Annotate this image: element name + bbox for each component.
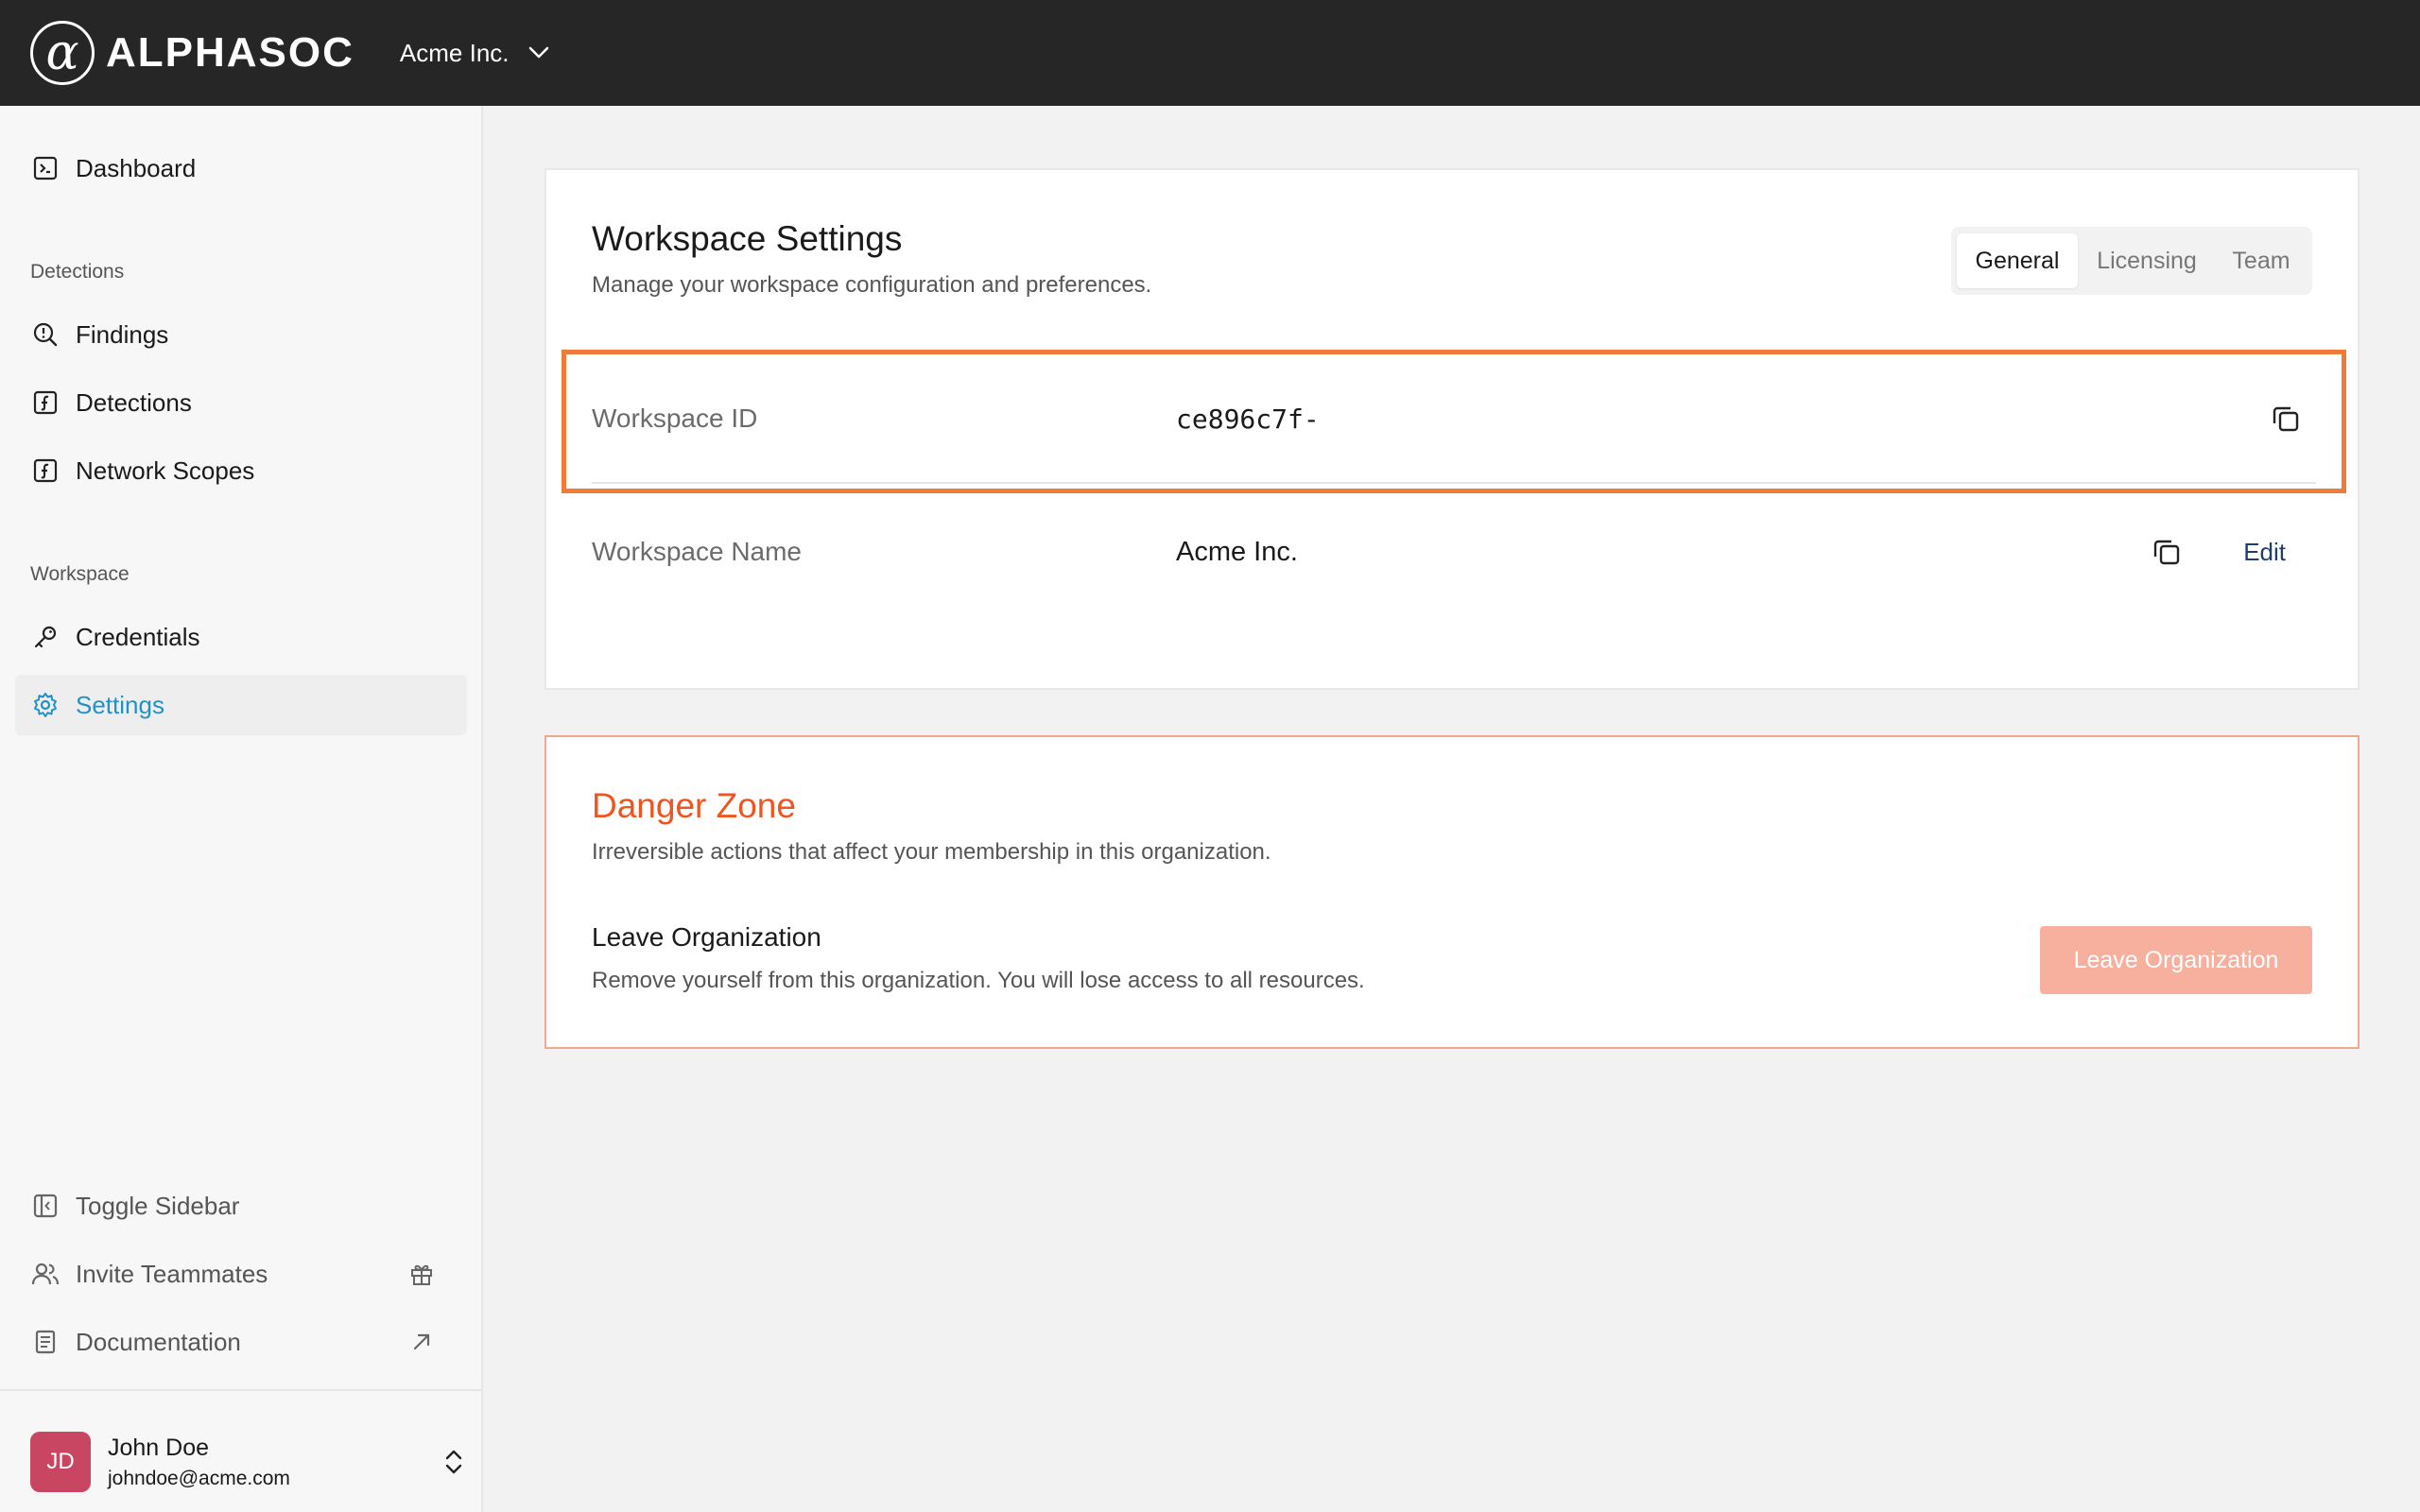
dashboard-icon (30, 153, 60, 183)
organization-name: Acme Inc. (399, 38, 510, 67)
sidebar-item-credentials[interactable]: Credentials (15, 607, 467, 667)
sidebar-panel-icon (30, 1191, 60, 1221)
page-title: Workspace Settings (592, 219, 903, 258)
tab-general[interactable]: General (1957, 233, 2078, 288)
sidebar-item-label: Findings (76, 319, 169, 349)
chevron-up-down-icon (445, 1450, 462, 1474)
users-icon (30, 1259, 60, 1289)
external-link-arrow-icon (406, 1327, 437, 1357)
workspace-id-highlight (562, 350, 2346, 493)
chevron-down-icon (528, 46, 548, 59)
alphasoc-logo[interactable]: α ALPHASOC (30, 21, 354, 85)
gear-icon (30, 690, 60, 720)
logo-text: ALPHASOC (106, 29, 354, 76)
leave-organization-title: Leave Organization (592, 922, 821, 952)
organization-switcher[interactable]: Acme Inc. (400, 39, 549, 68)
sidebar-item-network-scopes[interactable]: Network Scopes (15, 440, 467, 501)
page-subtitle: Manage your workspace configuration and … (592, 272, 1152, 298)
workspace-name-label: Workspace Name (592, 537, 803, 566)
sidebar-item-label: Settings (76, 690, 164, 719)
sidebar-item-invite-teammates[interactable]: Invite Teammates (15, 1244, 467, 1304)
sidebar-item-label: Invite Teammates (76, 1259, 268, 1288)
key-icon (30, 622, 60, 652)
user-info: John Doe johndoe@acme.com (108, 1435, 290, 1490)
sidebar-item-findings[interactable]: Findings (15, 304, 467, 365)
leave-organization-button[interactable]: Leave Organization (2040, 926, 2312, 994)
sidebar-item-dashboard[interactable]: Dashboard (15, 138, 467, 198)
sidebar-item-detections[interactable]: Detections (15, 372, 467, 433)
search-alert-icon (30, 319, 60, 350)
section-label-detections: Detections (30, 261, 125, 283)
section-label-workspace: Workspace (30, 563, 130, 585)
sidebar-item-settings[interactable]: Settings (15, 675, 467, 735)
sidebar-item-label: Toggle Sidebar (76, 1191, 240, 1220)
function-box-icon (30, 387, 60, 418)
edit-workspace-name-button[interactable]: Edit (2243, 538, 2286, 567)
copy-icon (2153, 540, 2180, 565)
sidebar-item-documentation[interactable]: Documentation (15, 1312, 467, 1372)
sidebar-item-label: Detections (76, 387, 192, 417)
tab-team[interactable]: Team (2216, 233, 2307, 288)
divider (0, 1389, 483, 1391)
user-name: John Doe (108, 1434, 210, 1461)
user-email: johndoe@acme.com (108, 1467, 290, 1489)
tab-licensing[interactable]: Licensing (2078, 233, 2216, 288)
settings-tabs: General Licensing Team (1951, 227, 2312, 295)
sidebar-item-label: Dashboard (76, 153, 197, 182)
copy-workspace-name-button[interactable] (2144, 529, 2189, 575)
sidebar-item-label: Credentials (76, 622, 200, 651)
logo-mark: α (30, 21, 95, 85)
avatar: JD (30, 1432, 91, 1492)
sidebar-item-label: Network Scopes (76, 455, 255, 485)
sidebar-item-label: Documentation (76, 1327, 241, 1356)
top-bar: α ALPHASOC Acme Inc. (0, 0, 2420, 106)
danger-zone-subtitle: Irreversible actions that affect your me… (592, 839, 1271, 865)
sidebar: Dashboard Detections Findings Detections… (0, 106, 483, 1512)
toggle-sidebar-button[interactable]: Toggle Sidebar (15, 1176, 467, 1236)
leave-organization-description: Remove yourself from this organization. … (592, 968, 1365, 993)
workspace-name-row: Workspace Name Acme Inc. Edit (592, 488, 2316, 616)
document-icon (30, 1327, 60, 1357)
danger-zone-title: Danger Zone (592, 786, 796, 825)
function-box-icon (30, 455, 60, 486)
workspace-name-value: Acme Inc. (1176, 536, 1298, 567)
gift-icon (406, 1259, 437, 1289)
danger-zone-card: Danger Zone Irreversible actions that af… (544, 735, 2360, 1049)
user-menu[interactable]: JD John Doe johndoe@acme.com (30, 1419, 465, 1504)
